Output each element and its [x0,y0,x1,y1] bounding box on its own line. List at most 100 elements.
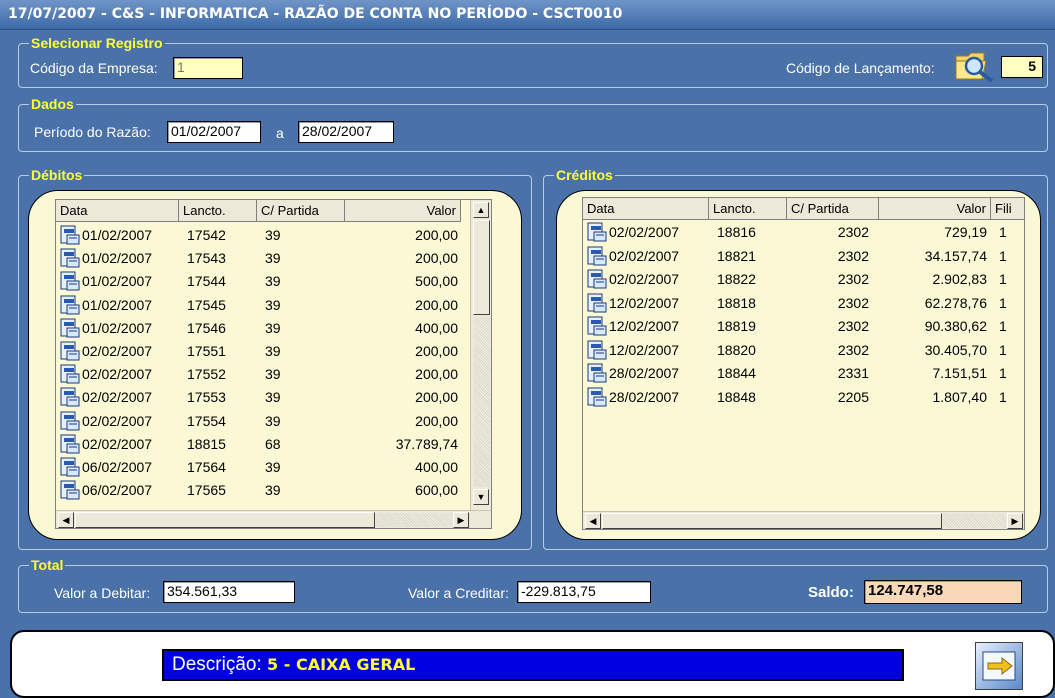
table-row[interactable]: 02/02/2007 18815 68 37.789,74 [56,433,491,456]
scroll-right-icon[interactable]: ▶ [453,512,469,528]
debitos-header-data[interactable]: Data [56,200,179,222]
table-row[interactable]: 28/02/2007 18848 2205 1.807,40 1 [583,386,1024,409]
creditos-cell-cpartida: 2302 [837,224,869,240]
creditos-cell-cpartida: 2302 [837,247,869,264]
scroll-left-icon[interactable]: ◀ [58,512,74,528]
debitos-cell-valor: 200,00 [415,296,458,313]
table-row[interactable]: 12/02/2007 18820 2302 30.405,70 1 [583,339,1024,362]
folder-search-icon [955,52,994,83]
debitos-cell-lancto: 17543 [187,250,226,267]
debitar-value: 354.561,33 [163,581,295,603]
debitos-header-valor[interactable]: Valor [345,200,461,222]
empresa-input[interactable]: 1 [173,57,243,79]
table-row[interactable]: 02/02/2007 17554 39 200,00 [56,410,491,433]
debitos-cell-data: 02/02/2007 [82,412,153,429]
document-icon [60,480,80,500]
table-row[interactable]: 01/02/2007 17546 39 400,00 [56,317,491,340]
scroll-thumb[interactable] [602,513,942,529]
document-icon [60,271,80,291]
table-row[interactable]: 01/02/2007 17545 39 200,00 [56,294,491,317]
creditos-cell-data: 28/02/2007 [609,365,680,381]
document-icon [60,295,80,315]
document-icon [60,341,80,361]
data-inicio-input[interactable]: 01/02/2007 [167,121,261,143]
table-row[interactable]: 06/02/2007 17565 39 600,00 [56,479,491,502]
dados-legend: Dados [29,95,76,113]
saldo-label: Saldo: [808,584,854,601]
table-row[interactable]: 06/02/2007 17564 39 400,00 [56,456,491,479]
debitos-horizontal-scrollbar[interactable]: ◀ ▶ [56,510,491,528]
scroll-track[interactable] [474,317,490,487]
exit-icon [982,651,1016,681]
scroll-right-icon[interactable]: ▶ [1007,513,1023,529]
creditos-cell-lancto: 18820 [717,341,756,358]
table-row[interactable]: 02/02/2007 18821 2302 34.157,74 1 [583,245,1024,268]
creditos-header-data[interactable]: Data [583,198,709,220]
creditos-cell-filial: 1 [999,341,1007,358]
creditos-cell-data: 12/02/2007 [609,318,680,334]
creditos-header-valor[interactable]: Valor [879,198,991,220]
debitos-table[interactable]: Data Lancto. C/ Partida Valor 01/02/2007… [55,199,492,529]
creditos-cell-valor: 1.807,40 [932,388,988,405]
document-icon [60,457,80,477]
debitos-cell-data: 02/02/2007 [82,389,153,406]
debitos-vertical-scrollbar[interactable]: ▲ ▼ [470,200,491,510]
creditos-cell-lancto: 18816 [717,224,756,240]
creditos-cell-filial: 1 [999,318,1007,334]
debitos-legend: Débitos [29,166,85,184]
data-fim-input[interactable]: 28/02/2007 [298,121,394,143]
scroll-thumb[interactable] [473,220,490,315]
lancamento-input[interactable]: 5 [1001,56,1043,78]
table-row[interactable]: 01/02/2007 17542 39 200,00 [56,224,491,247]
creditos-table[interactable]: Data Lancto. C/ Partida Valor Fili 02/02… [582,197,1025,530]
scroll-up-icon[interactable]: ▲ [473,202,489,218]
document-icon [587,340,607,360]
table-row[interactable]: 02/02/2007 17552 39 200,00 [56,363,491,386]
creditos-legend: Créditos [554,166,615,184]
debitos-cell-valor: 200,00 [415,227,458,243]
debitos-cell-lancto: 17565 [187,482,226,499]
document-icon [587,387,607,407]
debitos-cell-lancto: 17552 [187,366,226,383]
creditos-header-filial[interactable]: Fili [991,198,1024,220]
total-legend: Total [29,556,66,574]
table-row[interactable]: 02/02/2007 18822 2302 2.902,83 1 [583,268,1024,291]
debitos-cell-valor: 200,00 [415,412,458,429]
creditos-cell-lancto: 18818 [717,294,756,311]
scroll-track[interactable] [943,514,1006,528]
table-row[interactable]: 02/02/2007 17551 39 200,00 [56,340,491,363]
creditos-header-lancto[interactable]: Lancto. [709,198,787,220]
table-row[interactable]: 01/02/2007 17544 39 500,00 [56,270,491,293]
lookup-button[interactable] [954,48,998,84]
debitos-header-lancto[interactable]: Lancto. [179,200,257,222]
creditos-header-cpartida[interactable]: C/ Partida [787,198,879,220]
creditos-cell-cpartida: 2302 [837,294,869,311]
table-row[interactable]: 01/02/2007 17543 39 200,00 [56,247,491,270]
debitos-cell-data: 01/02/2007 [82,227,153,243]
scroll-thumb[interactable] [75,512,375,528]
table-row[interactable]: 12/02/2007 18819 2302 90.380,62 1 [583,315,1024,338]
creditos-cell-valor: 34.157,74 [924,247,987,264]
exit-button[interactable] [975,642,1023,690]
debitos-cell-lancto: 17545 [187,296,226,313]
table-row[interactable]: 02/02/2007 17553 39 200,00 [56,386,491,409]
creditos-horizontal-scrollbar[interactable]: ◀ ▶ [583,511,1024,529]
scroll-down-icon[interactable]: ▼ [473,489,489,505]
creditos-cell-cpartida: 2302 [837,271,869,287]
creditos-cell-cpartida: 2205 [837,388,869,405]
table-row[interactable]: 28/02/2007 18844 2331 7.151,51 1 [583,362,1024,385]
debitos-cell-data: 01/02/2007 [82,319,153,336]
debitos-header-cpartida[interactable]: C/ Partida [257,200,345,222]
table-row[interactable]: 02/02/2007 18816 2302 729,19 1 [583,221,1024,244]
creditos-cell-cpartida: 2302 [837,341,869,358]
debitos-cell-data: 06/02/2007 [82,459,153,475]
debitos-cell-cpartida: 39 [265,319,281,336]
scroll-left-icon[interactable]: ◀ [585,513,601,529]
debitos-cell-valor: 500,00 [415,273,458,290]
document-icon [587,293,607,313]
creditos-cell-lancto: 18819 [717,318,756,334]
creditos-cell-valor: 729,19 [944,224,987,240]
debitos-cell-cpartida: 39 [265,227,281,243]
debitos-cell-cpartida: 39 [265,366,281,383]
table-row[interactable]: 12/02/2007 18818 2302 62.278,76 1 [583,292,1024,315]
